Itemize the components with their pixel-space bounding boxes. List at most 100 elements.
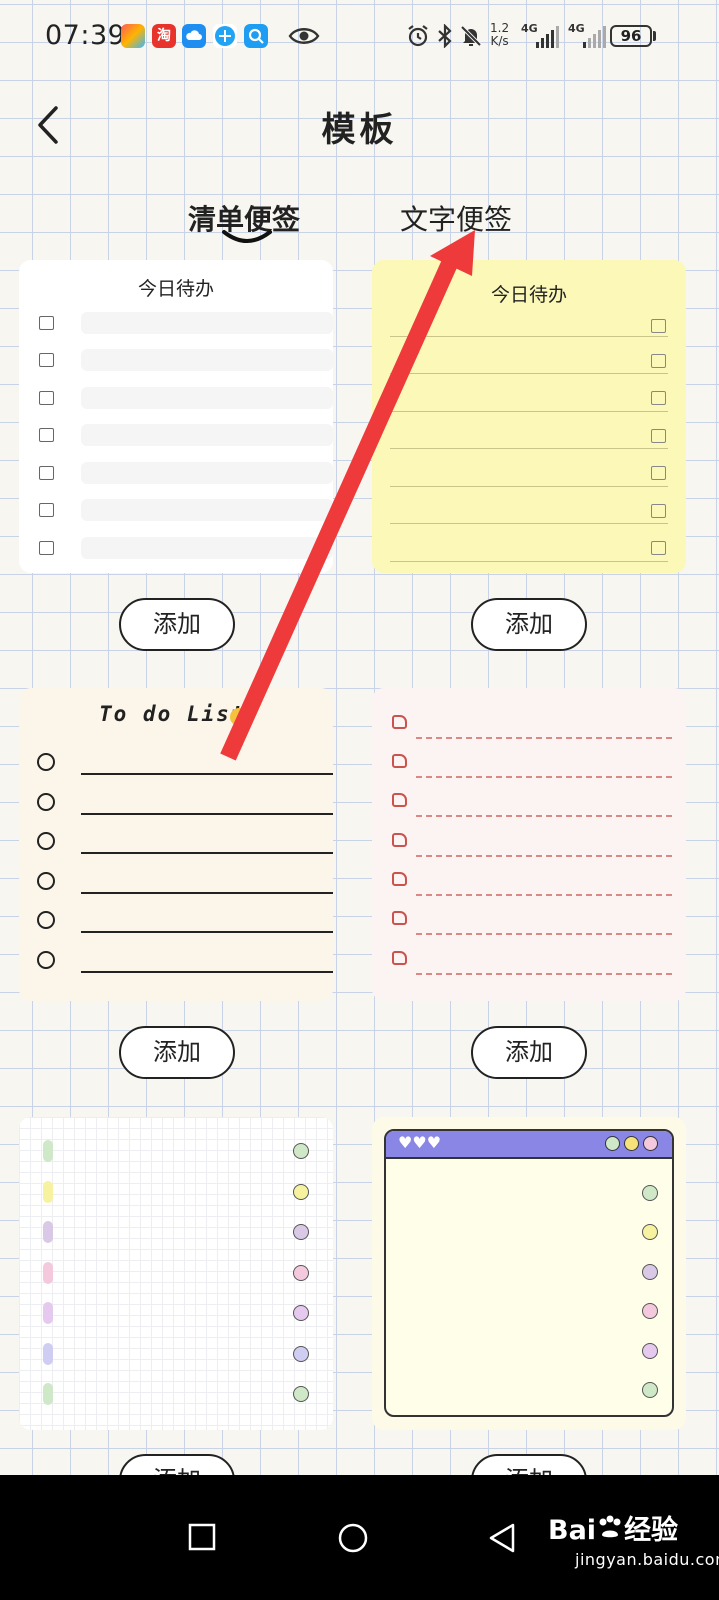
- checklist-row: [392, 951, 674, 975]
- alarm-icon: [408, 25, 428, 47]
- card-title: To do List: [99, 702, 246, 726]
- tab-text-notes[interactable]: 文字便签: [400, 198, 512, 238]
- checklist-row: [390, 351, 668, 373]
- signal-1-icon: 4G: [521, 22, 565, 50]
- checklist-row: [392, 833, 674, 857]
- net-speed: 1.2 K/s: [490, 21, 510, 48]
- signal-2-icon: 4G: [568, 22, 612, 50]
- circle-icon: [37, 911, 55, 929]
- card-title: 今日待办: [490, 284, 567, 306]
- template-card-checklist-yellow[interactable]: 今日待办: [372, 260, 686, 573]
- checkbox-icon: [651, 429, 666, 443]
- checklist-row: [39, 499, 333, 521]
- checklist-row: [392, 872, 674, 896]
- checkbox-icon: [39, 316, 54, 330]
- window-button-icon: [624, 1136, 639, 1151]
- baidu-watermark-logo: Bai 经验: [548, 1515, 679, 1546]
- status-time: 07:39: [45, 20, 126, 51]
- dot-checkbox-icon: [642, 1224, 658, 1240]
- checklist-row: [39, 387, 333, 409]
- cloud-notification-icon: [182, 24, 206, 48]
- todo-row: [37, 832, 333, 856]
- checklist-row: [39, 462, 333, 484]
- circle-icon: [37, 951, 55, 969]
- dot-checkbox-icon: [293, 1143, 309, 1159]
- circle-icon: [37, 832, 55, 850]
- pastel-tab: [43, 1343, 53, 1365]
- home-icon[interactable]: [338, 1523, 368, 1553]
- checkbox-icon: [392, 951, 407, 965]
- recent-apps-icon[interactable]: [188, 1523, 216, 1551]
- checklist-row: [39, 349, 333, 371]
- todo-row: [37, 872, 333, 896]
- dot-checkbox-icon: [293, 1386, 309, 1402]
- todo-row: [37, 951, 333, 975]
- template-card-dashed-pink[interactable]: [372, 688, 686, 1001]
- template-card-todo-list[interactable]: To do List: [19, 688, 333, 1001]
- active-tab-indicator: [222, 230, 272, 243]
- dot-checkbox-icon: [293, 1184, 309, 1200]
- page-title: 模板: [321, 110, 398, 150]
- sun-dot-icon: [230, 708, 248, 726]
- add-template-button[interactable]: 添加: [119, 598, 235, 651]
- pastel-tab: [43, 1383, 53, 1405]
- dot-checkbox-icon: [642, 1343, 658, 1359]
- checkbox-icon: [392, 754, 407, 768]
- hearts-icon: ♥♥♥: [398, 1133, 442, 1152]
- system-nav-bar: Bai 经验 jingyan.baidu.com: [0, 1475, 719, 1600]
- checkbox-icon: [39, 503, 54, 517]
- eye-icon: [288, 28, 320, 44]
- checkbox-icon: [39, 466, 54, 480]
- paw-icon: [599, 1515, 621, 1538]
- template-card-checklist-white[interactable]: 今日待办: [19, 260, 333, 573]
- window-button-icon: [643, 1136, 658, 1151]
- checklist-row: [390, 316, 668, 338]
- pastel-tab: [43, 1140, 53, 1162]
- battery-nub: [653, 31, 656, 41]
- card-title: 今日待办: [137, 278, 214, 300]
- checklist-row: [39, 312, 333, 334]
- window-title-bar: ♥♥♥: [386, 1131, 672, 1159]
- dot-checkbox-icon: [293, 1305, 309, 1321]
- back-nav-icon[interactable]: [488, 1523, 516, 1553]
- bluetooth-icon: [438, 24, 452, 48]
- template-card-grid-pastel[interactable]: [19, 1117, 333, 1430]
- window-frame: ♥♥♥: [384, 1129, 674, 1417]
- add-template-button[interactable]: 添加: [471, 598, 587, 651]
- todo-row: [37, 753, 333, 777]
- todo-row: [37, 793, 333, 817]
- checkbox-icon: [392, 793, 407, 807]
- dot-checkbox-icon: [642, 1185, 658, 1201]
- add-template-button[interactable]: 添加: [119, 1026, 235, 1079]
- watermark-site: jingyan.baidu.com: [575, 1550, 719, 1569]
- circle-icon: [37, 753, 55, 771]
- checklist-row: [390, 501, 668, 523]
- checkbox-icon: [39, 428, 54, 442]
- pastel-tab: [43, 1302, 53, 1324]
- dot-checkbox-icon: [642, 1382, 658, 1398]
- dot-checkbox-icon: [642, 1303, 658, 1319]
- dot-checkbox-icon: [293, 1224, 309, 1240]
- todo-row: [37, 911, 333, 935]
- checkbox-icon: [39, 353, 54, 367]
- checkbox-icon: [651, 354, 666, 368]
- checkbox-icon: [39, 391, 54, 405]
- checklist-row: [390, 463, 668, 485]
- checkbox-icon: [392, 911, 407, 925]
- checkbox-icon: [392, 715, 407, 729]
- checkbox-icon: [651, 541, 666, 555]
- pastel-tab: [43, 1221, 53, 1243]
- checkbox-icon: [392, 833, 407, 847]
- checklist-row: [392, 715, 674, 739]
- browser-notification-icon: [213, 24, 237, 48]
- checklist-row: [390, 426, 668, 448]
- mute-bell-icon: [460, 25, 482, 47]
- template-card-window-style[interactable]: ♥♥♥: [372, 1117, 686, 1430]
- window-button-icon: [605, 1136, 620, 1151]
- checklist-row: [390, 388, 668, 410]
- circle-icon: [37, 872, 55, 890]
- checklist-row: [390, 538, 668, 560]
- dot-checkbox-icon: [642, 1264, 658, 1280]
- checklist-row: [39, 537, 333, 559]
- add-template-button[interactable]: 添加: [471, 1026, 587, 1079]
